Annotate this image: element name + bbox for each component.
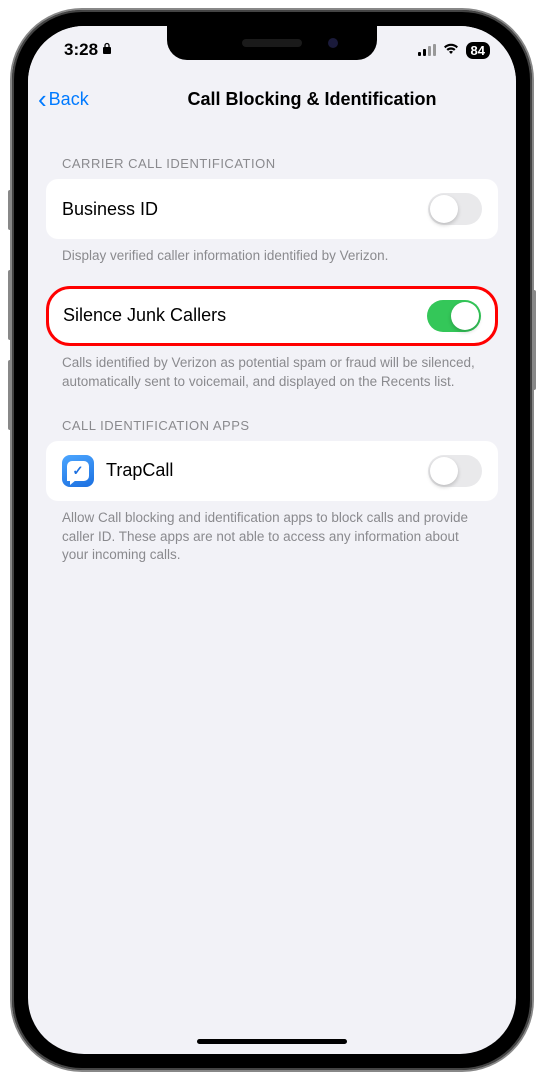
row-label-business-id: Business ID [62,199,158,220]
toggle-trapcall[interactable] [428,455,482,487]
row-trapcall[interactable]: ✓ TrapCall [46,441,498,501]
status-left: 3:28 [64,40,112,60]
toggle-business-id[interactable] [428,193,482,225]
footer-apps: Allow Call blocking and identification a… [46,501,498,566]
home-indicator[interactable] [197,1039,347,1044]
status-time: 3:28 [64,40,98,60]
back-label: Back [49,89,89,110]
volume-up-button [8,270,12,340]
lock-icon [102,42,112,58]
toggle-knob [451,302,479,330]
row-label-silence-junk: Silence Junk Callers [63,305,226,326]
section-header-carrier: CARRIER CALL IDENTIFICATION [46,130,498,179]
back-button[interactable]: ‹ Back [38,86,89,112]
row-silence-junk-callers[interactable]: Silence Junk Callers [46,286,498,346]
check-icon: ✓ [73,463,84,479]
front-camera [328,38,338,48]
screen: 3:28 84 ‹ Back Call Blocking & Identi [28,26,516,1054]
toggle-silence-junk[interactable] [427,300,481,332]
cell-signal-icon [418,44,436,56]
settings-content: CARRIER CALL IDENTIFICATION Business ID … [28,124,516,1054]
ringer-switch [8,190,12,230]
row-left-trapcall: ✓ TrapCall [62,455,173,487]
status-right: 84 [418,42,490,59]
toggle-knob [430,457,458,485]
notch-speaker [242,39,302,47]
page-title: Call Blocking & Identification [118,89,506,110]
power-button [532,290,536,390]
footer-business-id: Display verified caller information iden… [46,239,498,266]
trapcall-app-icon: ✓ [62,455,94,487]
row-business-id[interactable]: Business ID [46,179,498,239]
chevron-left-icon: ‹ [38,86,47,112]
row-label-trapcall: TrapCall [106,460,173,481]
notch [167,26,377,60]
wifi-icon [442,42,460,59]
volume-down-button [8,360,12,430]
toggle-knob [430,195,458,223]
phone-frame: 3:28 84 ‹ Back Call Blocking & Identi [12,10,532,1070]
footer-silence-junk: Calls identified by Verizon as potential… [46,346,498,392]
battery-indicator: 84 [466,42,490,59]
nav-bar: ‹ Back Call Blocking & Identification [28,74,516,124]
section-header-apps: CALL IDENTIFICATION APPS [46,392,498,441]
